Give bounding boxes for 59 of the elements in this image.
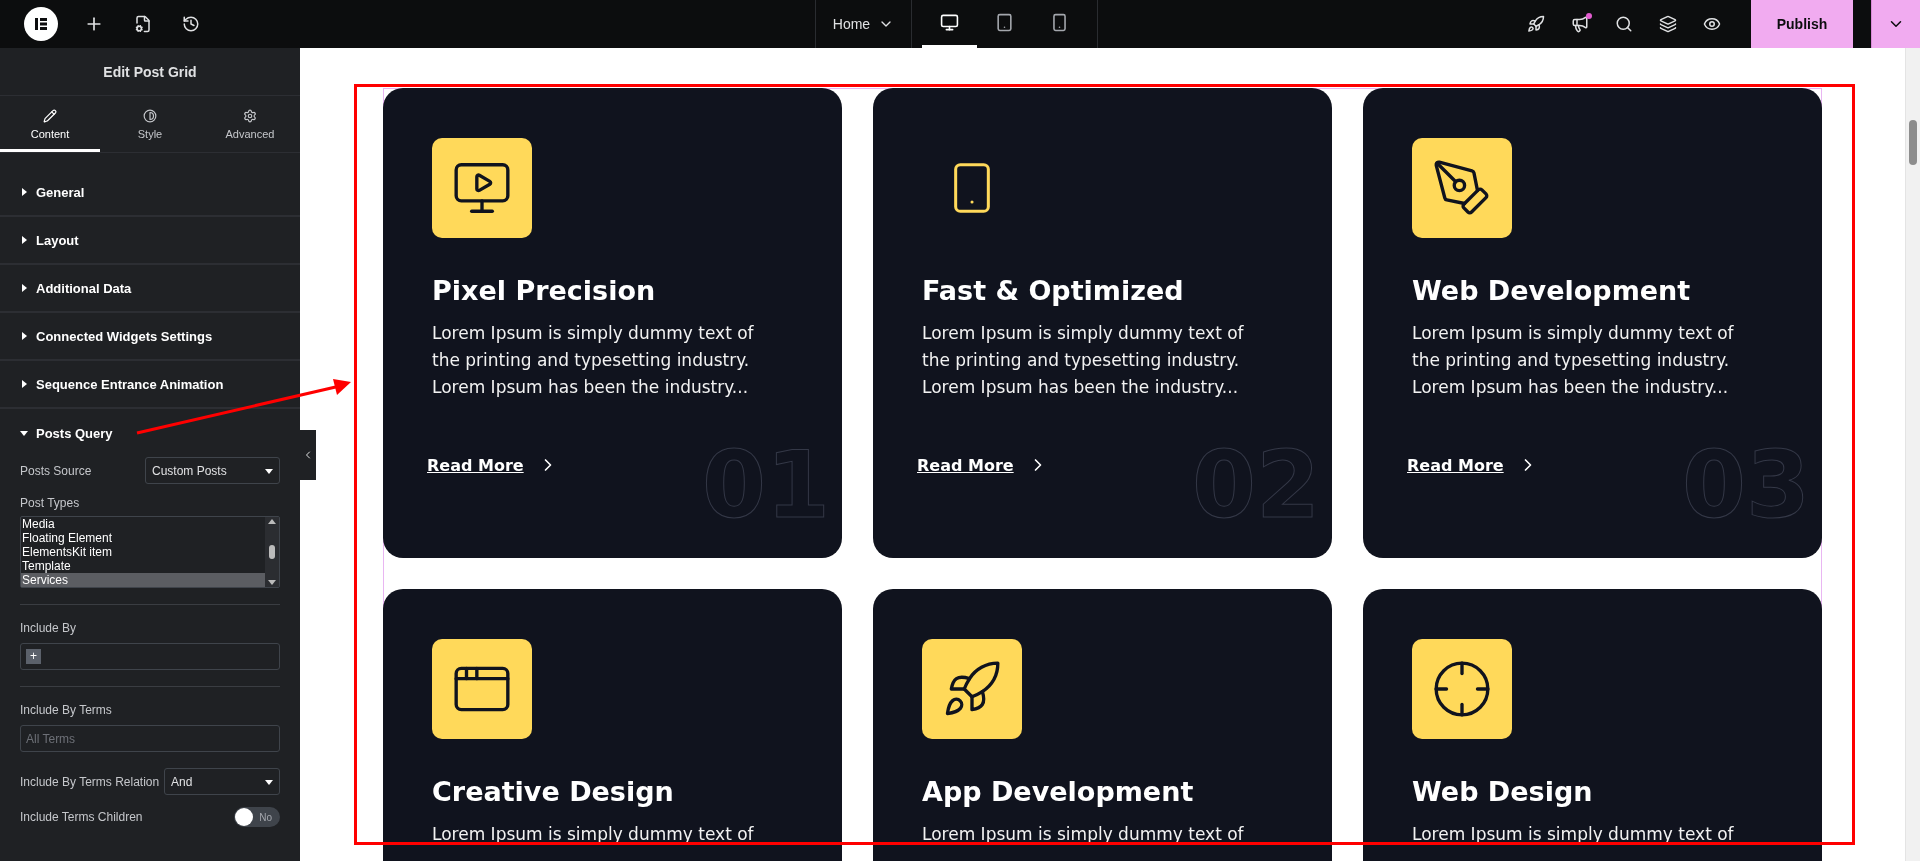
scrollbar-thumb[interactable] [1909,120,1917,165]
post-types-listbox[interactable]: Media Floating Element ElementsKit item Template Services [20,516,280,588]
read-more-link[interactable]: Read More [917,455,1048,475]
publish-button[interactable]: Publish [1751,0,1853,48]
card-title: Web Design [1412,776,1594,807]
field-label: Include Terms Children [20,810,143,824]
card-description: Lorem Ipsum is simply dummy text of the printing and typesetting industry. Lorem Ipsum has been the industry... [922,322,1245,399]
logo-icon[interactable] [24,7,58,41]
card-description: Lorem Ipsum is simply dummy text of [1412,823,1735,846]
posts-source-select[interactable]: Custom Posts [145,457,280,484]
read-more-link[interactable]: Read More [1407,455,1538,475]
panel-tab[interactable]: Style [100,96,200,152]
field-label: Include By Terms Relation [20,774,160,789]
list-option[interactable]: Media [21,517,265,531]
card-title: App Development [922,776,1195,807]
list-option[interactable]: Floating Element [21,531,265,545]
caret-icon [20,332,28,340]
card-description: Lorem Ipsum is simply dummy text of the printing and typesetting industry. Lorem Ipsum has been the industry... [1412,322,1735,399]
caret-icon [20,429,28,437]
settings-icon [243,108,257,123]
field-label: Include By Terms [20,703,113,717]
toggle-switch[interactable]: No [234,807,280,827]
section-header[interactable]: Connected Widgets Settings [0,313,300,361]
caret-icon [20,188,28,196]
section-header[interactable]: Posts Query [0,409,300,457]
section-header[interactable]: Layout [0,217,300,265]
terms-input-field[interactable]: All Terms [20,725,280,752]
card-description: Lorem Ipsum is simply dummy text of the printing and typesetting industry. Lorem Ipsum has been the industry... [432,322,755,399]
page-menu[interactable]: Home [815,0,912,48]
panel-title: Edit Post Grid [0,48,300,96]
caret-icon [20,284,28,292]
caret-icon [20,380,28,388]
section-header[interactable]: General [0,169,300,217]
contrast-icon [143,108,157,123]
caret-icon [20,236,28,244]
caret-icon [265,466,273,475]
field-label: Post Types [20,496,81,510]
terms-relation-select[interactable]: And [164,768,280,795]
card-title: Pixel Precision [432,275,657,306]
section-header[interactable]: Sequence Entrance Animation [0,361,300,409]
read-more-link[interactable]: Read More [427,455,558,475]
card-description: Lorem Ipsum is simply dummy text of [432,823,755,846]
scrollbar-drawing[interactable] [265,517,279,587]
field-label: Posts Source [20,463,92,478]
card-description: Lorem Ipsum is simply dummy text of [922,823,1245,846]
card-title: Creative Design [432,776,675,807]
card-title: Fast & Optimized [922,275,1185,306]
field-label: Include By [20,621,78,635]
list-option[interactable]: Template [21,559,265,573]
list-option[interactable]: Services [21,573,265,587]
include-by-field[interactable]: + [20,643,280,670]
add-button[interactable]: + [26,649,41,664]
list-option[interactable]: ElementsKit item [21,545,265,559]
pencil-icon [43,108,57,123]
caret-icon [265,777,273,786]
section-header[interactable]: Additional Data [0,265,300,313]
panel-tab[interactable]: Advanced [200,96,300,152]
card-title: Web Development [1412,275,1692,306]
panel-tab[interactable]: Content [0,96,100,152]
